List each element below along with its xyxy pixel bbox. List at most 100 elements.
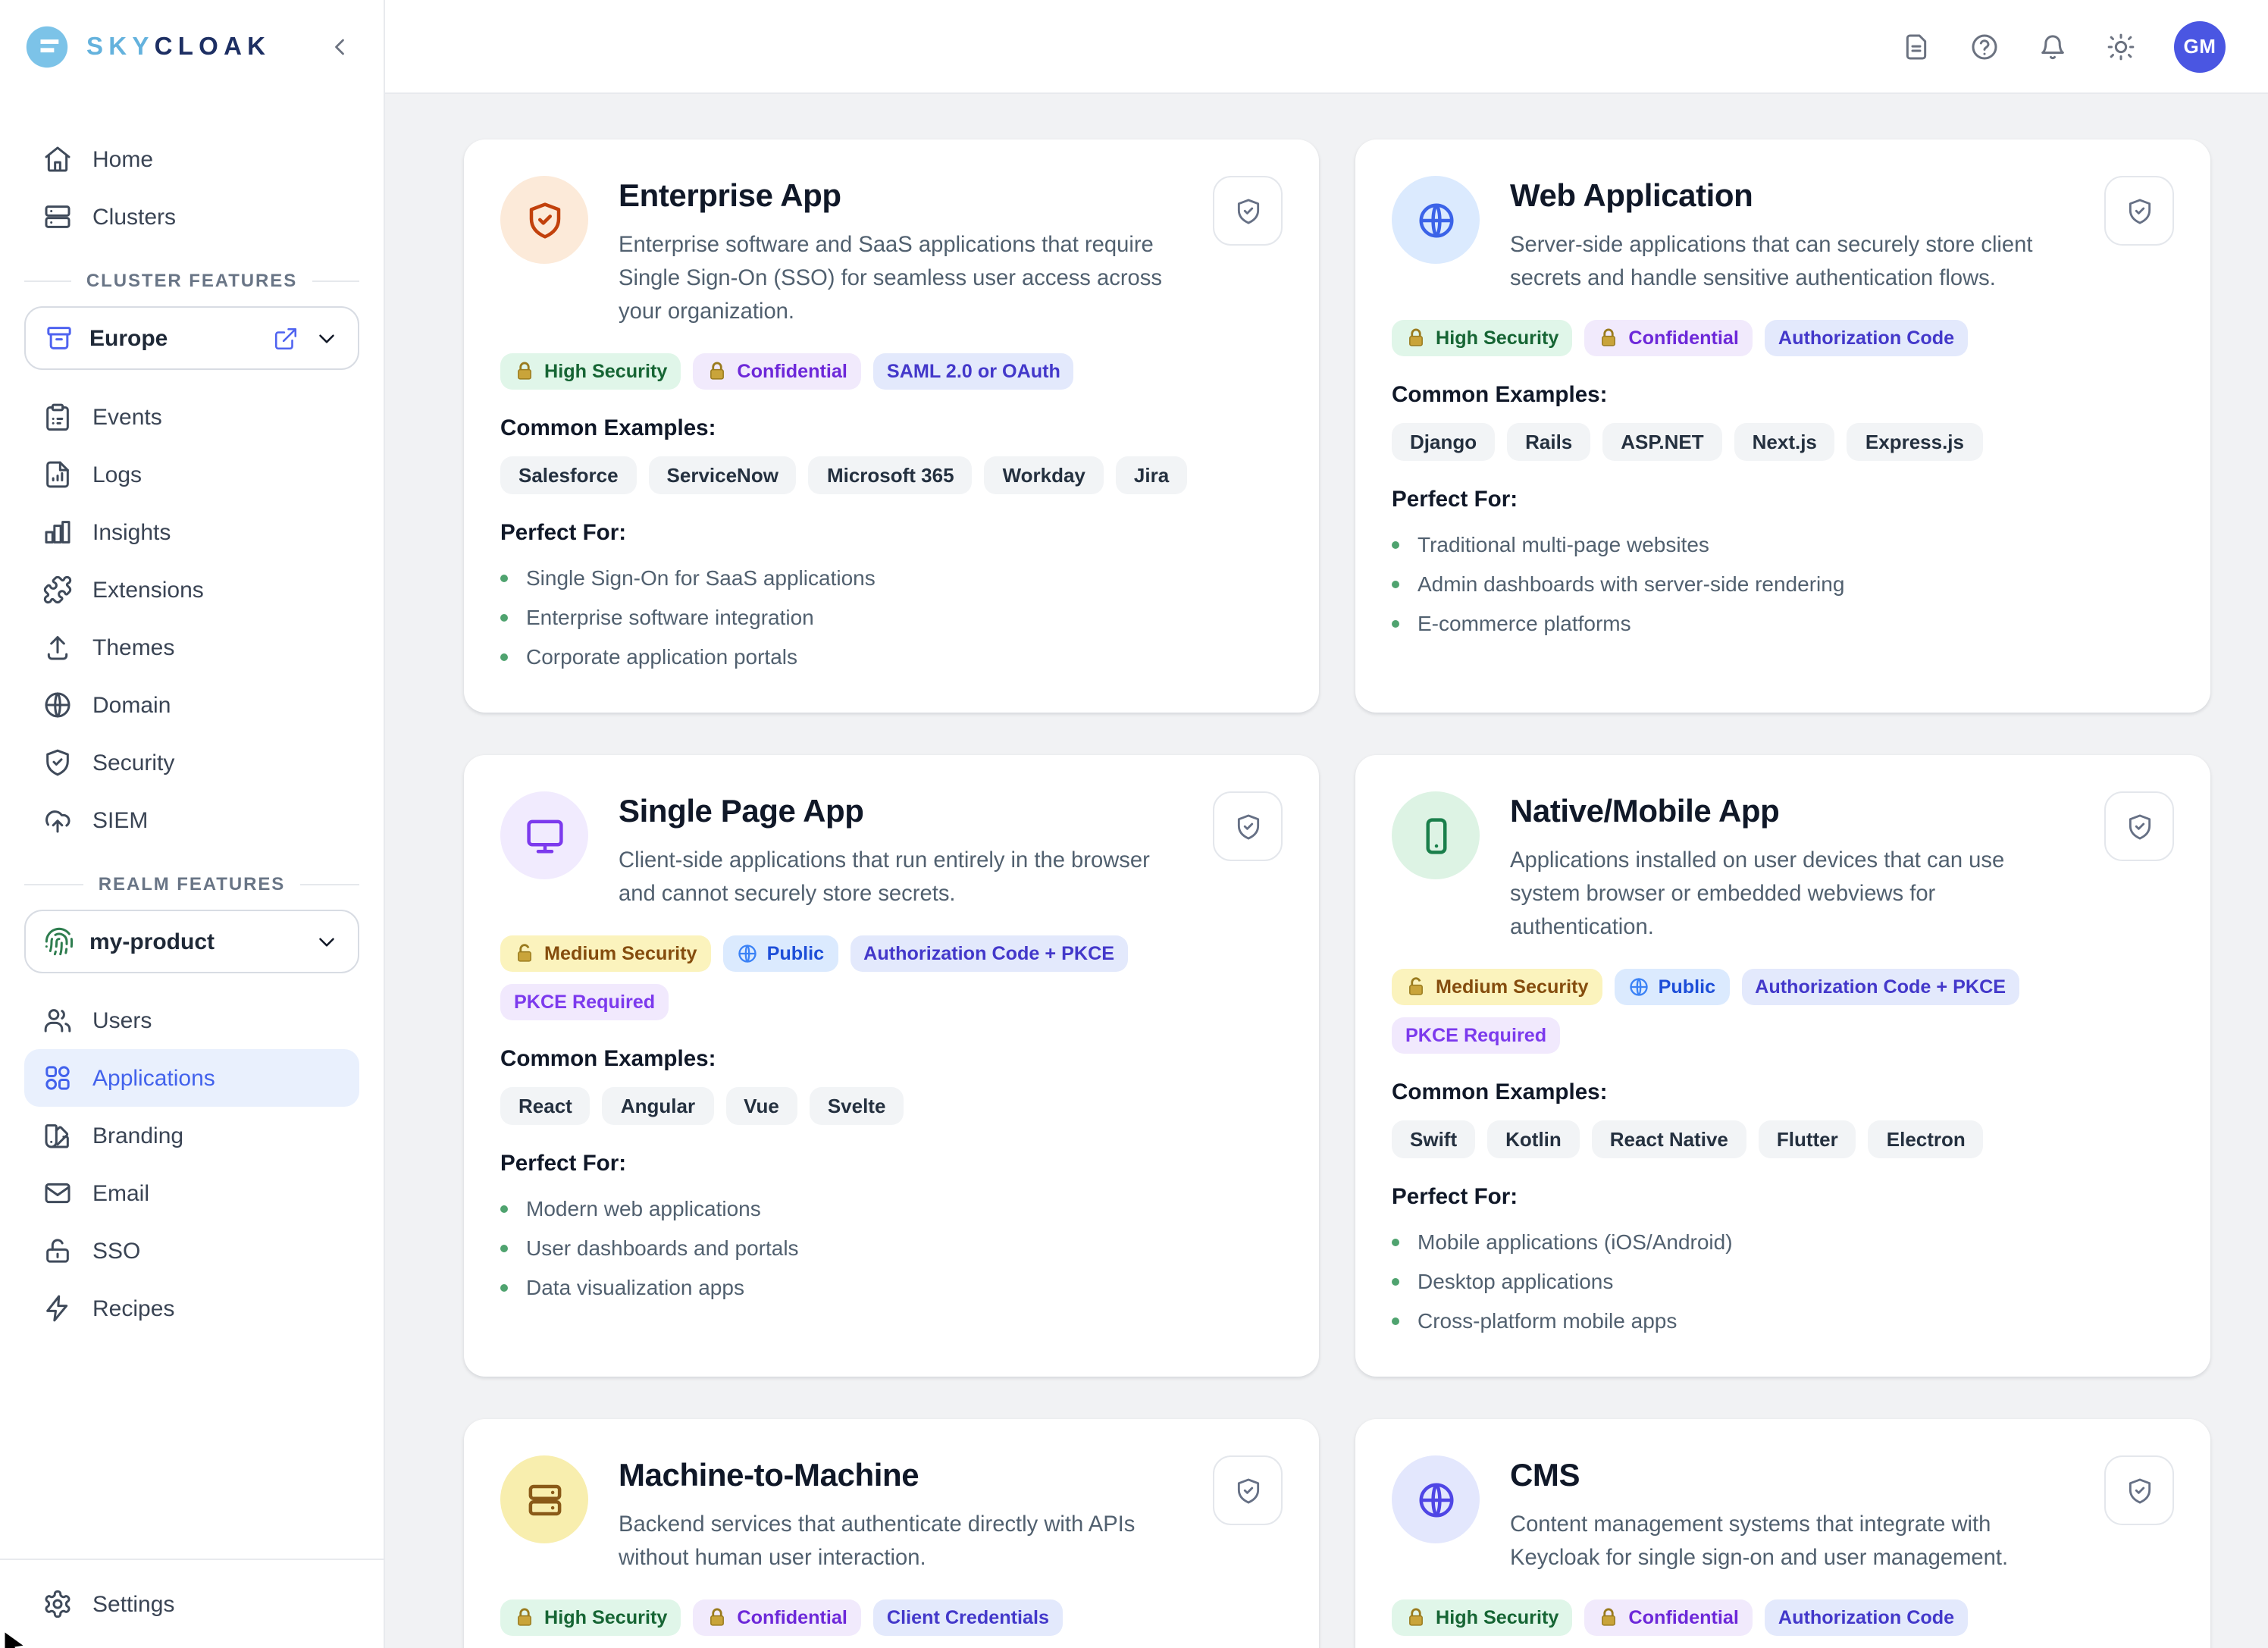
- sidebar-footer: Settings: [0, 1559, 384, 1648]
- archive-icon: [44, 323, 74, 353]
- sidebar-item-label: Home: [92, 146, 153, 172]
- globe-badge-icon: [1628, 976, 1649, 998]
- sidebar-item-siem[interactable]: SIEM: [24, 791, 359, 849]
- examples-row: ReactAngularVueSvelte: [500, 1087, 1283, 1125]
- unlock-icon: [514, 943, 535, 964]
- shield-action-button[interactable]: [1213, 1455, 1283, 1525]
- sidebar-header: SKYCLOAK: [0, 0, 384, 94]
- sidebar-item-label: Extensions: [92, 577, 204, 603]
- shield-check-icon: [1233, 812, 1262, 841]
- card-title: Machine-to-Machine: [619, 1458, 1183, 1495]
- badge-high-security: High Security: [1392, 1599, 1572, 1636]
- card-header: CMSContent management systems that integ…: [1392, 1455, 2174, 1575]
- app-type-card-native-mobile-app[interactable]: Native/Mobile App Applications installed …: [1355, 755, 2210, 1377]
- app-type-card-cms[interactable]: CMSContent management systems that integ…: [1355, 1419, 2210, 1648]
- cards-grid: Enterprise AppEnterprise software and Sa…: [464, 139, 2210, 1648]
- lock-icon: [514, 1607, 535, 1628]
- sidebar-item-security[interactable]: Security: [24, 734, 359, 791]
- domain-icon: [42, 690, 73, 720]
- sidebar-item-insights[interactable]: Insights: [24, 503, 359, 561]
- example-chip: Workday: [985, 456, 1104, 494]
- sidebar-item-label: Users: [92, 1007, 152, 1033]
- perfect-for-list: Single Sign-On for SaaS applicationsEnte…: [500, 558, 1283, 676]
- badge-medium-security: Medium Security: [500, 935, 711, 972]
- sidebar-item-label: Insights: [92, 519, 171, 545]
- theme-toggle-button[interactable]: [2106, 31, 2136, 61]
- card-title: Enterprise App: [619, 179, 1183, 215]
- lock-icon: [1598, 1607, 1619, 1628]
- example-chip: Swift: [1392, 1120, 1475, 1158]
- badge-authorization-code-pkce: Authorization Code + PKCE: [1741, 969, 2019, 1005]
- card-description: Server-side applications that can secure…: [1510, 229, 2065, 296]
- card-description: Client-side applications that run entire…: [619, 844, 1173, 911]
- sidebar-item-logs[interactable]: Logs: [24, 446, 359, 503]
- badge-row: Medium SecurityPublicAuthorization Code …: [500, 935, 1283, 1020]
- badge-confidential: Confidential: [693, 1599, 861, 1636]
- badge-public: Public: [723, 935, 838, 972]
- help-button[interactable]: [1969, 31, 2000, 61]
- sidebar-item-extensions[interactable]: Extensions: [24, 561, 359, 619]
- sidebar-item-domain[interactable]: Domain: [24, 676, 359, 734]
- sidebar-item-branding[interactable]: Branding: [24, 1107, 359, 1164]
- notifications-button[interactable]: [2038, 31, 2068, 61]
- badge-medium-security: Medium Security: [1392, 969, 1602, 1005]
- badge-saml-2-0-or-oauth: SAML 2.0 or OAuth: [873, 353, 1074, 390]
- examples-row: SwiftKotlinReact NativeFlutterElectron: [1392, 1120, 2174, 1158]
- perfect-for-item: Enterprise software integration: [500, 597, 1283, 637]
- shield-check-icon: [2125, 196, 2154, 225]
- shield-action-button[interactable]: [2104, 1455, 2174, 1525]
- smartphone-icon: [1392, 791, 1480, 879]
- examples-row: SalesforceServiceNowMicrosoft 365Workday…: [500, 456, 1283, 494]
- users-icon: [42, 1005, 73, 1035]
- sidebar-item-recipes[interactable]: Recipes: [24, 1280, 359, 1337]
- badge-row: Medium SecurityPublicAuthorization Code …: [1392, 969, 2174, 1054]
- badge-high-security: High Security: [500, 353, 681, 390]
- docs-button[interactable]: [1901, 31, 1931, 61]
- external-link-icon[interactable]: [273, 325, 299, 351]
- example-chip: Salesforce: [500, 456, 637, 494]
- perfect-for-label: Perfect For:: [500, 1152, 1283, 1176]
- sidebar-item-home[interactable]: Home: [24, 130, 359, 188]
- shield-check-icon: [2125, 1476, 2154, 1505]
- avatar[interactable]: GM: [2174, 20, 2226, 72]
- sidebar-item-clusters[interactable]: Clusters: [24, 188, 359, 246]
- badge-client-credentials: Client Credentials: [873, 1599, 1063, 1636]
- sidebar-collapse-button[interactable]: [326, 30, 359, 64]
- example-chip: Express.js: [1847, 423, 1982, 461]
- perfect-for-item: Admin dashboards with server-side render…: [1392, 564, 2174, 603]
- app-type-card-enterprise-app[interactable]: Enterprise AppEnterprise software and Sa…: [464, 139, 1319, 713]
- sidebar-item-themes[interactable]: Themes: [24, 619, 359, 676]
- shield-action-button[interactable]: [2104, 176, 2174, 246]
- shield-action-button[interactable]: [1213, 176, 1283, 246]
- example-chip: Rails: [1507, 423, 1590, 461]
- cluster-selector[interactable]: Europe: [24, 306, 359, 370]
- sidebar-item-label: Email: [92, 1180, 149, 1206]
- sidebar-cluster-list: Events Logs Insights Extensions ThemesDomain…: [24, 388, 359, 849]
- globe-badge-icon: [737, 943, 758, 964]
- card-description: Applications installed on user devices t…: [1510, 844, 2065, 945]
- lock-icon: [706, 361, 728, 382]
- sidebar-item-events[interactable]: Events: [24, 388, 359, 446]
- app-type-card-single-page-app[interactable]: Single Page AppClient-side applications …: [464, 755, 1319, 1377]
- sidebar-item-email[interactable]: Email: [24, 1164, 359, 1222]
- card-description: Backend services that authenticate direc…: [619, 1509, 1173, 1575]
- perfect-for-item: Traditional multi-page websites: [1392, 525, 2174, 564]
- badge-row: High SecurityConfidentialClient Credenti…: [500, 1599, 1283, 1636]
- chevron-down-icon: [314, 325, 340, 351]
- sidebar-item-applications[interactable]: Applications: [24, 1049, 359, 1107]
- monitor-icon: [500, 791, 588, 879]
- app-type-card-web-application[interactable]: Web ApplicationServer-side applications …: [1355, 139, 2210, 713]
- app-type-card-machine-to-machine[interactable]: Machine-to-Machine Backend services that …: [464, 1419, 1319, 1648]
- shield-action-button[interactable]: [2104, 791, 2174, 861]
- sidebar-item-label: SIEM: [92, 807, 148, 833]
- shield-action-button[interactable]: [1213, 791, 1283, 861]
- cluster-features-section-label: CLUSTER FEATURES: [24, 270, 359, 291]
- card-title: Native/Mobile App: [1510, 794, 2074, 831]
- sidebar-item-users[interactable]: Users: [24, 992, 359, 1049]
- realm-selector[interactable]: my-product: [24, 910, 359, 973]
- lock-icon: [706, 1607, 728, 1628]
- sidebar-item-label: Logs: [92, 462, 142, 487]
- sidebar: SKYCLOAK Home Clusters CLUSTER FEATURES E…: [0, 0, 385, 1648]
- sidebar-item-sso[interactable]: SSO: [24, 1222, 359, 1280]
- sidebar-item-settings[interactable]: Settings: [24, 1575, 359, 1633]
